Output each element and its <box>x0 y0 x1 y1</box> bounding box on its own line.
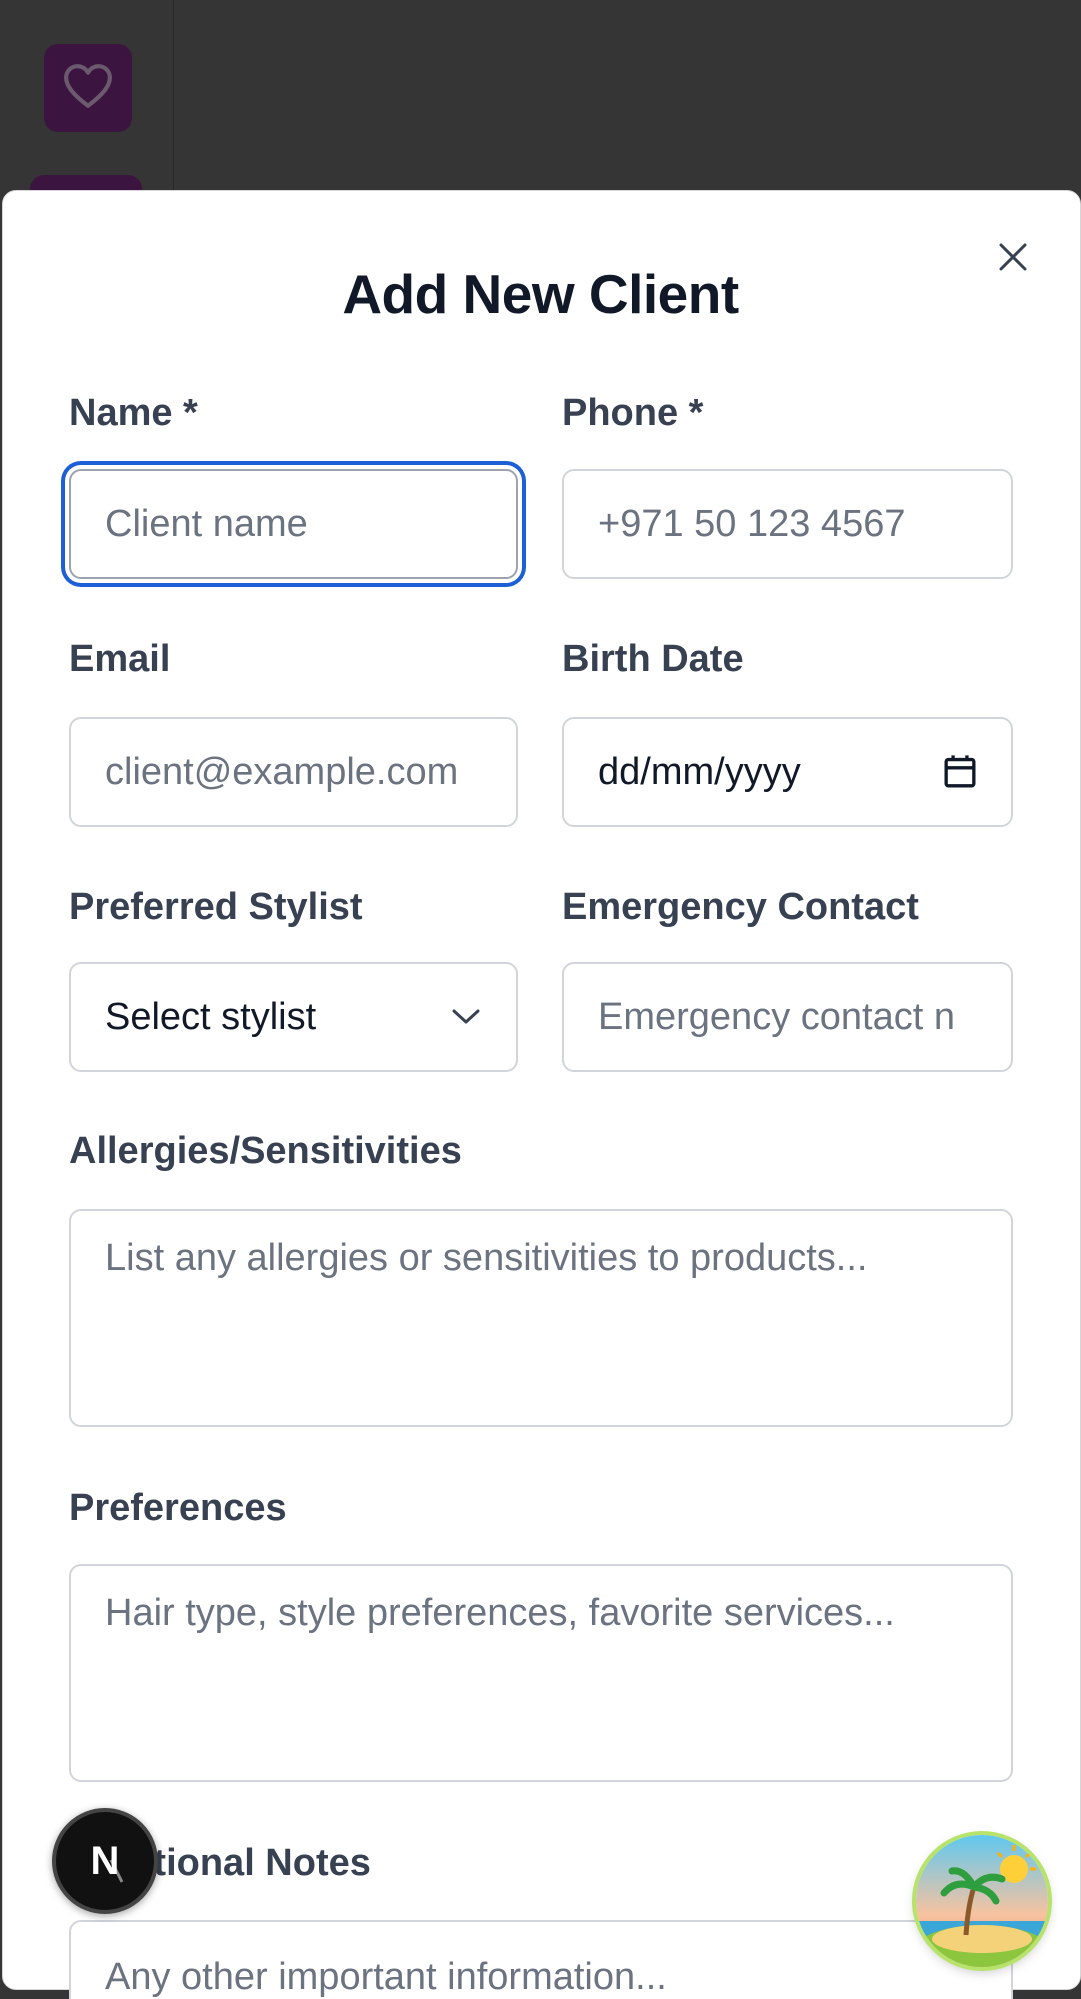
nextjs-logo-icon: N <box>91 1839 124 1883</box>
allergies-textarea[interactable]: List any allergies or sensitivities to p… <box>69 1209 1013 1427</box>
notes-placeholder: Any other important information... <box>105 1956 667 1998</box>
birth-date-label: Birth Date <box>562 638 744 680</box>
birth-date-input[interactable]: dd/mm/yyyy <box>562 717 1013 827</box>
emergency-label: Emergency Contact <box>562 886 919 928</box>
preferences-textarea[interactable]: Hair type, style preferences, favorite s… <box>69 1564 1013 1782</box>
stylist-select[interactable]: Select stylist <box>69 962 518 1072</box>
email-placeholder: client@example.com <box>105 750 459 793</box>
name-placeholder: Client name <box>105 502 308 545</box>
resize-grip-icon[interactable] <box>999 1768 1009 1778</box>
phone-input[interactable]: +971 50 123 4567 <box>562 469 1013 579</box>
preferences-placeholder: Hair type, style preferences, favorite s… <box>105 1592 895 1634</box>
stylist-value: Select stylist <box>105 995 317 1038</box>
phone-placeholder: +971 50 123 4567 <box>598 502 906 545</box>
app-logo <box>44 44 132 132</box>
calendar-icon[interactable] <box>943 754 977 790</box>
name-input[interactable]: Client name <box>69 469 518 579</box>
preferences-label: Preferences <box>69 1487 287 1529</box>
emergency-placeholder: Emergency contact n <box>598 995 955 1038</box>
allergies-placeholder: List any allergies or sensitivities to p… <box>105 1237 868 1279</box>
resize-grip-icon[interactable] <box>999 1413 1009 1423</box>
dev-tools-badge[interactable]: N <box>52 1808 158 1914</box>
heart-icon <box>63 63 113 114</box>
name-label: Name * <box>69 392 198 434</box>
emergency-input[interactable]: Emergency contact n <box>562 962 1013 1072</box>
floating-assistant-button[interactable] <box>916 1835 1048 1967</box>
allergies-label: Allergies/Sensitivities <box>69 1130 462 1172</box>
svg-text:N: N <box>91 1839 120 1883</box>
phone-label: Phone * <box>562 392 704 434</box>
email-label: Email <box>69 638 171 680</box>
birth-date-value: dd/mm/yyyy <box>598 750 801 793</box>
notes-textarea[interactable]: Any other important information... <box>69 1920 1013 1999</box>
chevron-down-icon <box>450 1007 482 1027</box>
modal-title: Add New Client <box>342 263 739 325</box>
stylist-label: Preferred Stylist <box>69 886 363 928</box>
email-input[interactable]: client@example.com <box>69 717 518 827</box>
